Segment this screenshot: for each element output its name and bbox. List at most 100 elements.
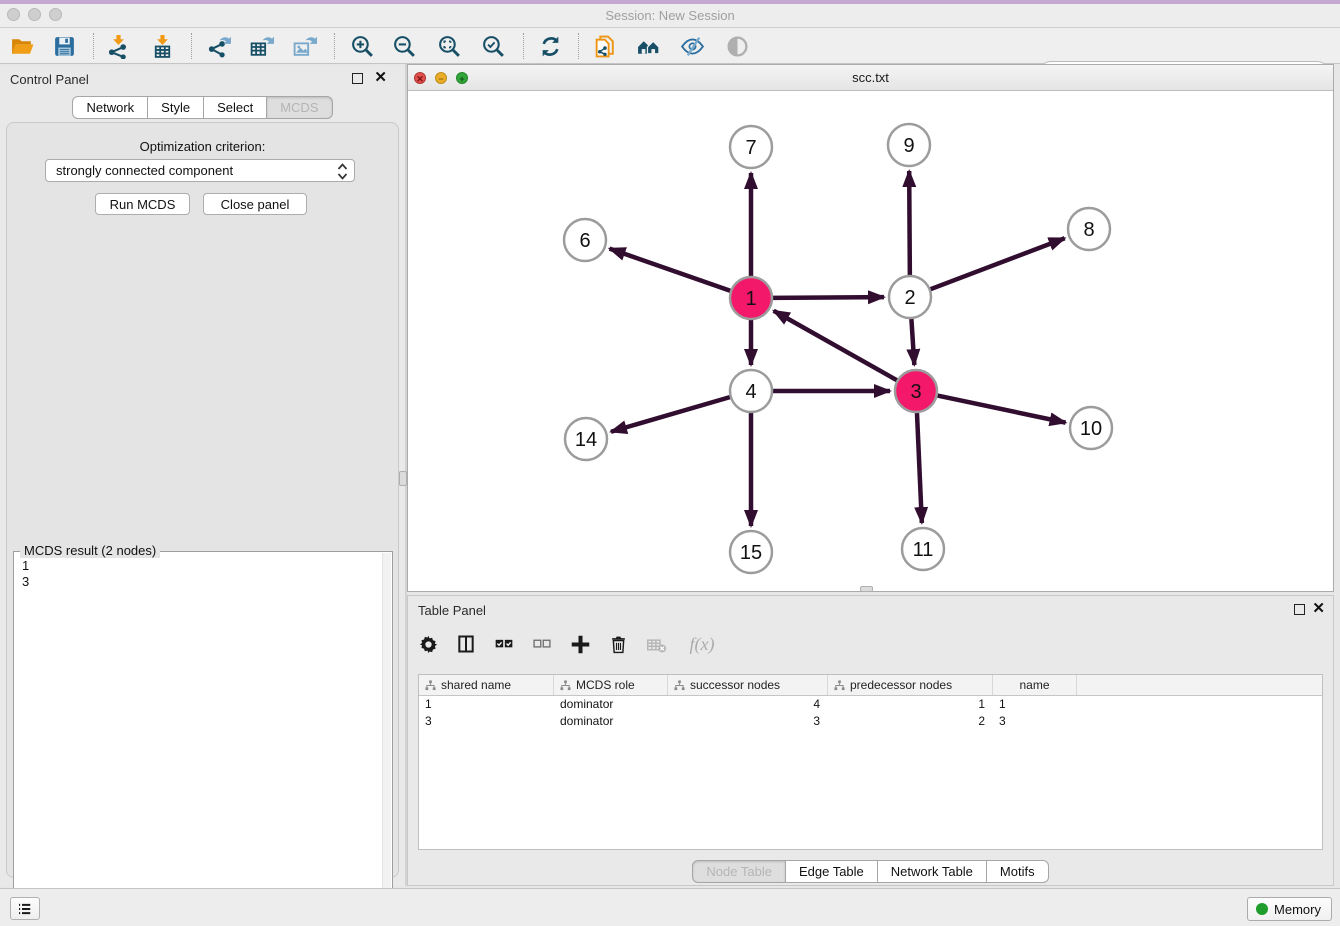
column-header-successor-nodes[interactable]: successor nodes (668, 675, 828, 695)
network-node-2[interactable]: 2 (889, 276, 931, 318)
zoom-fit-button[interactable] (435, 32, 463, 60)
save-session-button[interactable] (50, 32, 78, 60)
tab-node-table[interactable]: Node Table (692, 860, 786, 883)
run-mcds-button[interactable]: Run MCDS (95, 193, 190, 215)
zoom-in-button[interactable] (348, 32, 376, 60)
tab-edge-table[interactable]: Edge Table (785, 860, 878, 883)
table-close-icon[interactable]: ✕ (1312, 600, 1325, 617)
export-image-button[interactable] (290, 32, 318, 60)
export-table-button[interactable] (247, 32, 275, 60)
network-view-window: ✕ − + scc.txt 7968124314101511 (407, 64, 1334, 592)
column-header-name[interactable]: name (993, 675, 1077, 695)
network-edge-3-11[interactable] (917, 413, 922, 523)
network-node-9[interactable]: 9 (888, 124, 930, 166)
mcds-panel: Optimization criterion: strongly connect… (6, 122, 399, 878)
svg-text:1: 1 (745, 288, 756, 310)
network-node-14[interactable]: 14 (565, 418, 607, 460)
task-history-button[interactable] (10, 897, 40, 920)
control-panel: Control Panel ✕ NetworkStyleSelectMCDS O… (0, 66, 405, 886)
network-edge-3-10[interactable] (938, 396, 1066, 423)
network-node-15[interactable]: 15 (730, 531, 772, 573)
table-settings-button[interactable] (416, 632, 440, 656)
import-network-button[interactable] (104, 32, 132, 60)
tab-motifs[interactable]: Motifs (986, 860, 1049, 883)
function-builder-button[interactable]: f(x) (682, 632, 722, 656)
table-header-row: shared name MCDS role successor nodesprede… (419, 675, 1322, 696)
task-list-icon (16, 900, 34, 918)
network-edge-2-8[interactable] (931, 238, 1065, 289)
network-canvas[interactable]: 7 9 6 8 1 2 4 3 14 10 15 11 (408, 91, 1333, 591)
zoom-selected-button[interactable] (479, 32, 507, 60)
network-node-4[interactable]: 4 (730, 370, 772, 412)
mcds-result-values: 1 3 (22, 558, 29, 590)
network-edge-1-6[interactable] (610, 249, 731, 291)
delete-table-button[interactable] (644, 632, 668, 656)
canvas-splitter-handle[interactable] (860, 586, 873, 592)
open-session-button[interactable] (8, 32, 36, 60)
table-cell[interactable]: dominator (554, 696, 668, 713)
column-header-predecessor-nodes[interactable]: predecessor nodes (828, 675, 993, 695)
table-cell[interactable]: dominator (554, 713, 668, 730)
table-float-icon[interactable] (1294, 604, 1305, 615)
column-header-shared-name[interactable]: shared name (419, 675, 554, 695)
close-panel-icon[interactable]: ✕ (374, 69, 387, 86)
network-edge-1-2[interactable] (773, 297, 884, 298)
close-panel-button[interactable]: Close panel (203, 193, 307, 215)
table-panel-title: Table Panel (418, 603, 486, 618)
table-row[interactable]: 3dominator323 (419, 713, 1322, 730)
show-columns-button[interactable] (454, 632, 478, 656)
export-network-button[interactable] (205, 32, 233, 60)
tab-mcds[interactable]: MCDS (266, 96, 332, 119)
svg-text:10: 10 (1080, 418, 1102, 440)
delete-column-button[interactable] (606, 632, 630, 656)
import-table-button[interactable] (148, 32, 176, 60)
network-node-3[interactable]: 3 (895, 370, 937, 412)
svg-text:7: 7 (745, 137, 756, 159)
toolbar-separator (93, 33, 94, 59)
table-cell[interactable]: 3 (993, 713, 1077, 730)
network-edge-2-3[interactable] (911, 319, 914, 365)
zoom-out-button[interactable] (390, 32, 418, 60)
tab-network[interactable]: Network (72, 96, 148, 119)
result-scrollbar[interactable] (382, 553, 391, 926)
table-cell[interactable]: 1 (993, 696, 1077, 713)
deselect-all-button[interactable] (530, 632, 554, 656)
table-cell[interactable]: 1 (828, 696, 993, 713)
hide-edges-button[interactable] (678, 32, 706, 60)
select-all-button[interactable] (492, 632, 516, 656)
zoom-out-icon (392, 34, 417, 59)
table-cell[interactable]: 3 (419, 713, 554, 730)
network-edge-2-9[interactable] (909, 171, 910, 275)
graphics-details-button[interactable] (634, 32, 662, 60)
tab-select[interactable]: Select (203, 96, 267, 119)
network-node-6[interactable]: 6 (564, 219, 606, 261)
table-cell[interactable]: 4 (668, 696, 828, 713)
network-node-1[interactable]: 1 (730, 277, 772, 319)
column-header-MCDS-role[interactable]: MCDS role (554, 675, 668, 695)
network-edge-4-14[interactable] (611, 397, 730, 432)
clone-network-button[interactable] (591, 32, 619, 60)
memory-button[interactable]: Memory (1247, 897, 1332, 921)
network-node-8[interactable]: 8 (1068, 208, 1110, 250)
add-column-button[interactable] (568, 632, 592, 656)
eye-slash-icon (680, 34, 705, 59)
refresh-view-button[interactable] (536, 32, 564, 60)
application-window: Session: New Session (0, 0, 1340, 926)
network-node-11[interactable]: 11 (902, 528, 944, 570)
network-node-10[interactable]: 10 (1070, 407, 1112, 449)
network-edge-3-1[interactable] (774, 311, 897, 380)
table-body: 1dominator4113dominator323 (419, 696, 1322, 730)
checked-boxes-icon (494, 634, 514, 654)
birds-eye-view-button[interactable] (723, 32, 751, 60)
float-panel-icon[interactable] (352, 73, 363, 84)
criterion-dropdown[interactable]: strongly connected component (45, 159, 355, 182)
tab-network-table[interactable]: Network Table (877, 860, 987, 883)
table-cell[interactable]: 3 (668, 713, 828, 730)
table-cell[interactable]: 1 (419, 696, 554, 713)
network-node-7[interactable]: 7 (730, 126, 772, 168)
panel-splitter-handle[interactable] (399, 471, 407, 486)
table-cell[interactable]: 2 (828, 713, 993, 730)
tab-style[interactable]: Style (147, 96, 204, 119)
column-header-label: MCDS role (576, 678, 635, 692)
table-row[interactable]: 1dominator411 (419, 696, 1322, 713)
